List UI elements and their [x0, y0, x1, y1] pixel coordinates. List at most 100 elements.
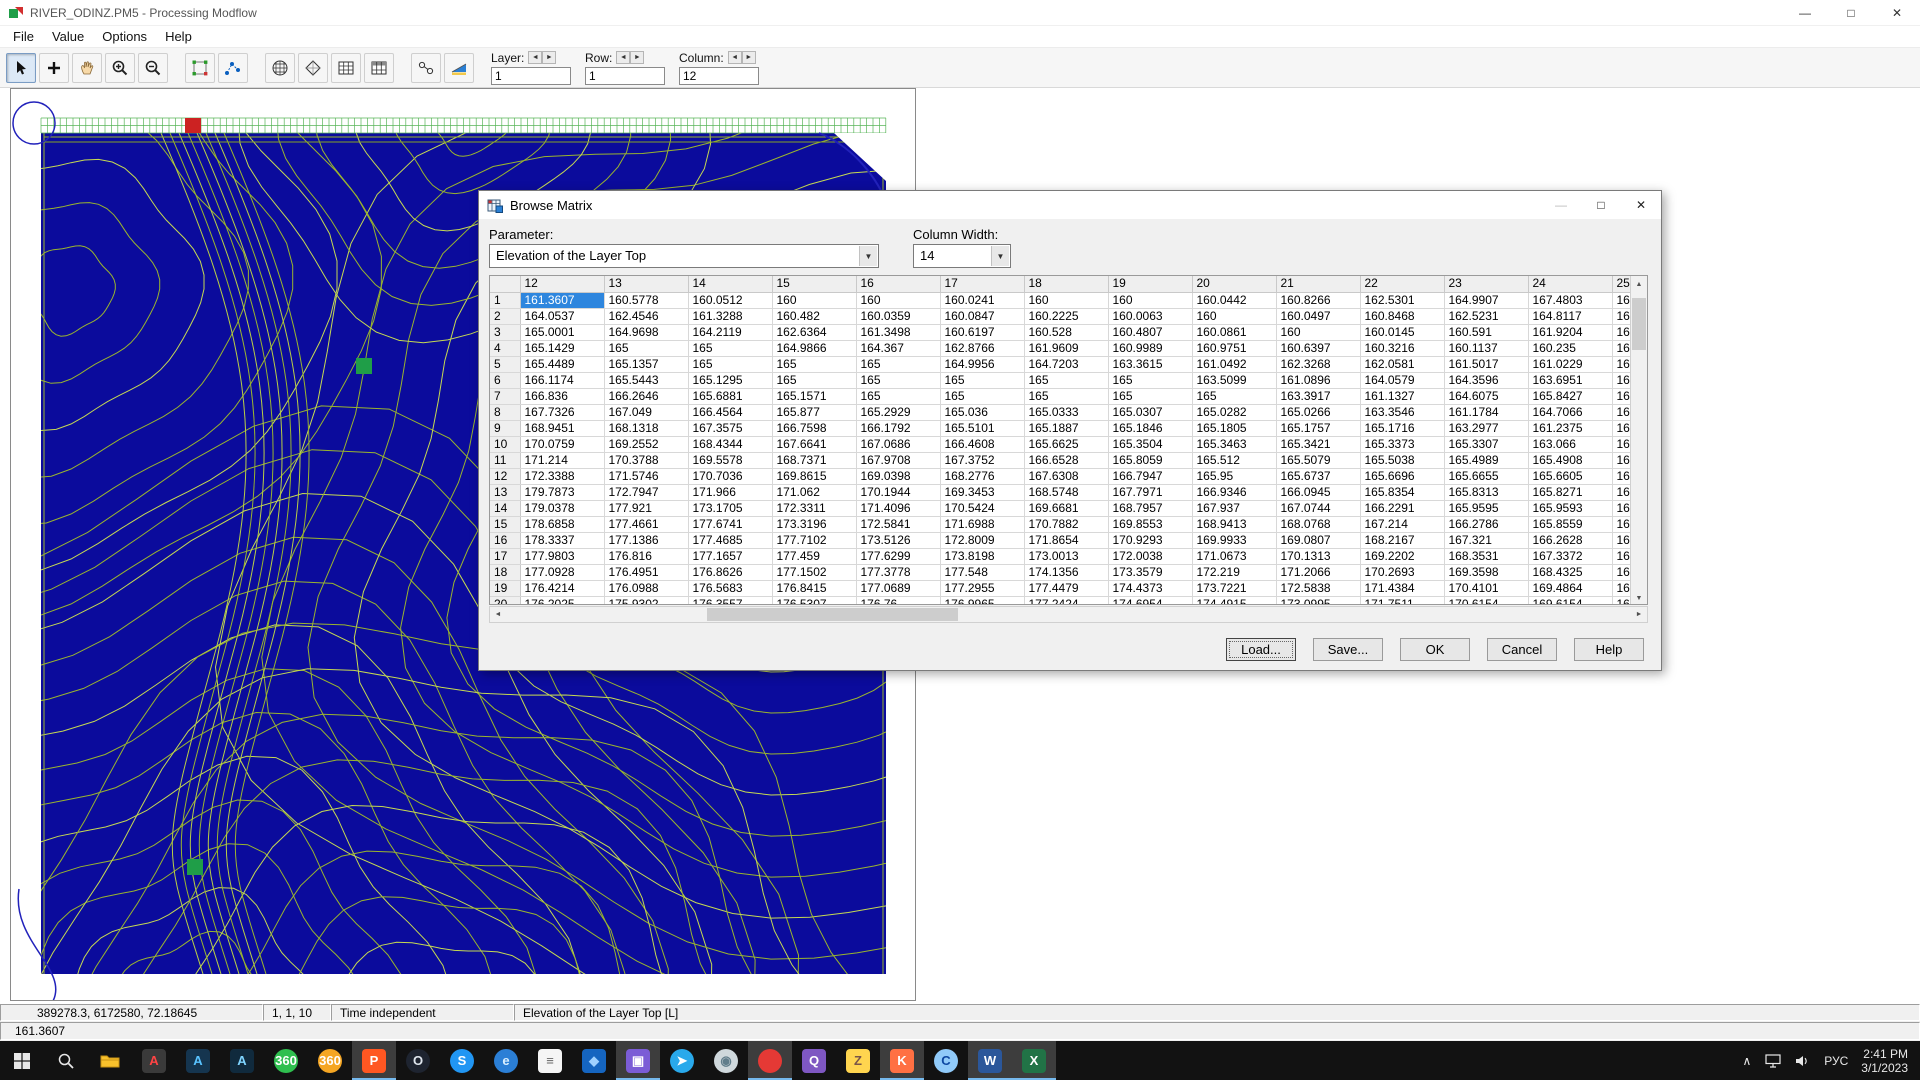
cell[interactable]: 162.5231 [1444, 308, 1529, 325]
cell[interactable]: 165.1716 [1360, 420, 1445, 437]
cell[interactable]: 174.1356 [1024, 564, 1109, 581]
save-button[interactable]: Save... [1313, 638, 1383, 661]
cell[interactable]: 160.6397 [1276, 340, 1361, 357]
row-header[interactable]: 6 [490, 372, 521, 389]
col-header[interactable]: 14 [688, 276, 773, 293]
cell[interactable]: 160.9989 [1108, 340, 1193, 357]
close-button[interactable]: ✕ [1874, 0, 1920, 25]
cell[interactable]: 176.4214 [520, 580, 605, 597]
cell[interactable]: 167.214 [1360, 516, 1445, 533]
menu-item-help[interactable]: Help [156, 27, 201, 46]
matrix-browse-button[interactable] [331, 52, 361, 83]
cell[interactable]: 177.6299 [856, 548, 941, 565]
cell[interactable]: 167.0744 [1276, 500, 1361, 517]
cell[interactable]: 170.1313 [1276, 548, 1361, 565]
row-header[interactable]: 4 [490, 340, 521, 357]
cell[interactable]: 165.6737 [1276, 468, 1361, 485]
cell[interactable]: 166.2786 [1444, 516, 1529, 533]
cell[interactable]: 160 [1024, 292, 1109, 309]
dialog-close-button[interactable]: ✕ [1621, 191, 1661, 219]
cell[interactable]: 164.9866 [772, 340, 857, 357]
taskbar-skype[interactable]: S [440, 1041, 484, 1080]
cell[interactable]: 162.0581 [1360, 356, 1445, 373]
cell[interactable]: 167.7326 [520, 404, 605, 421]
cell[interactable]: 166.4564 [688, 404, 773, 421]
cell[interactable]: 170.0759 [520, 436, 605, 453]
cell[interactable]: 160.0359 [856, 308, 941, 325]
cell[interactable]: 168.7957 [1108, 500, 1193, 517]
cell[interactable]: 165 [688, 340, 773, 357]
cell[interactable]: 168.2167 [1360, 532, 1445, 549]
minimize-button[interactable]: — [1782, 0, 1828, 25]
cell[interactable]: 173.7221 [1192, 580, 1277, 597]
layer-prev-button[interactable]: ◄ [528, 51, 543, 64]
cell[interactable]: 164.9907 [1444, 292, 1529, 309]
cell[interactable]: 172.5841 [856, 516, 941, 533]
cell[interactable]: 165.1805 [1192, 420, 1277, 437]
scroll-down-button[interactable]: ▼ [1631, 590, 1647, 604]
help-button[interactable]: Help [1574, 638, 1644, 661]
cell[interactable]: 176.3557 [688, 596, 773, 604]
cell[interactable]: 172.0038 [1108, 548, 1193, 565]
cell[interactable]: 176.8626 [688, 564, 773, 581]
cell[interactable]: 169.0398 [856, 468, 941, 485]
cell[interactable]: 160 [1108, 292, 1193, 309]
cell[interactable]: 169.0807 [1276, 532, 1361, 549]
cell[interactable]: 179.0378 [520, 500, 605, 517]
cell[interactable]: 168.5748 [1024, 484, 1109, 501]
cell[interactable]: 173.3196 [772, 516, 857, 533]
taskbar-obs-studio[interactable]: O [396, 1041, 440, 1080]
cell[interactable]: 172.3311 [772, 500, 857, 517]
cell[interactable]: 166.2628 [1528, 532, 1613, 549]
cell[interactable]: 170.1944 [856, 484, 941, 501]
cell[interactable]: 177.921 [604, 500, 689, 517]
cell[interactable]: 160.0063 [1108, 308, 1193, 325]
cell[interactable]: 173.5126 [856, 532, 941, 549]
taskbar-qq-app[interactable]: Q [792, 1041, 836, 1080]
cell[interactable]: 176.4951 [604, 564, 689, 581]
cell[interactable]: 177.4479 [1024, 580, 1109, 597]
cell[interactable]: 160.482 [772, 308, 857, 325]
col-header[interactable]: 17 [940, 276, 1025, 293]
cell[interactable]: 163.5099 [1192, 372, 1277, 389]
cell[interactable]: 170.7882 [1024, 516, 1109, 533]
col-header[interactable]: 18 [1024, 276, 1109, 293]
cell[interactable]: 161.0896 [1276, 372, 1361, 389]
cell[interactable]: 170.2693 [1360, 564, 1445, 581]
cell[interactable]: 171.7511 [1360, 596, 1445, 604]
parameter-combobox[interactable]: Elevation of the Layer Top ▼ [489, 244, 879, 268]
taskbar-file-explorer[interactable] [88, 1041, 132, 1080]
row-header[interactable]: 7 [490, 388, 521, 405]
cell[interactable]: 165.3307 [1444, 436, 1529, 453]
row-header[interactable]: 19 [490, 580, 521, 597]
cell[interactable]: 165.1846 [1108, 420, 1193, 437]
cell[interactable]: 169.3453 [940, 484, 1025, 501]
cell[interactable]: 161.1327 [1360, 388, 1445, 405]
cell[interactable]: 171.214 [520, 452, 605, 469]
cell[interactable]: 171.4096 [856, 500, 941, 517]
cell[interactable]: 173.0013 [1024, 548, 1109, 565]
row-header[interactable]: 15 [490, 516, 521, 533]
cell[interactable]: 173.3579 [1108, 564, 1193, 581]
taskbar-app-360-green[interactable]: 360 [264, 1041, 308, 1080]
cell[interactable]: 166.7947 [1108, 468, 1193, 485]
cell[interactable]: 178.6858 [520, 516, 605, 533]
language-indicator[interactable]: РУС [1817, 1041, 1855, 1080]
cell[interactable]: 165.5443 [604, 372, 689, 389]
taskbar-dev-tool[interactable]: ◆ [572, 1041, 616, 1080]
cell[interactable]: 173.8198 [940, 548, 1025, 565]
cell[interactable]: 165.3373 [1360, 436, 1445, 453]
taskbar-wps-presentation[interactable]: P [352, 1041, 396, 1080]
cell[interactable]: 169.4864 [1528, 580, 1613, 597]
network-tray-icon[interactable] [1758, 1041, 1788, 1080]
cell[interactable]: 174.4915 [1192, 596, 1277, 604]
cell[interactable]: 161.3288 [688, 308, 773, 325]
cell[interactable]: 165 [1192, 388, 1277, 405]
cell[interactable]: 171.5746 [604, 468, 689, 485]
cell[interactable]: 165 [1108, 388, 1193, 405]
cell[interactable]: 165 [856, 356, 941, 373]
cell[interactable]: 160.0241 [940, 292, 1025, 309]
cell[interactable]: 160.0512 [688, 292, 773, 309]
scroll-right-button[interactable]: ► [1631, 607, 1647, 622]
cell[interactable]: 165.8313 [1444, 484, 1529, 501]
